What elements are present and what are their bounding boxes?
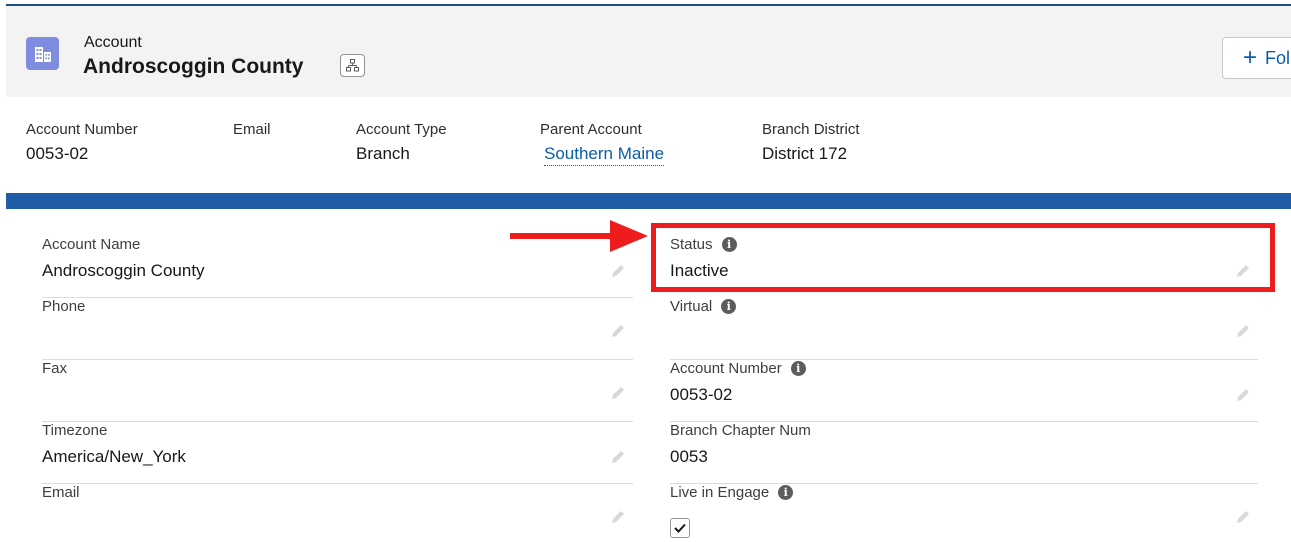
annotation-highlight-box bbox=[651, 223, 1275, 292]
highlight-branch-district: Branch District District 172 bbox=[762, 121, 860, 164]
highlight-value: District 172 bbox=[762, 144, 848, 163]
field-email: Email bbox=[42, 484, 633, 542]
field-label: Live in Engage i bbox=[670, 484, 1258, 501]
field-label-text: Virtual bbox=[670, 298, 713, 315]
edit-pencil-icon[interactable] bbox=[609, 322, 627, 340]
field-branch-chapter-num: Branch Chapter Num 0053 bbox=[670, 422, 1258, 484]
edit-pencil-icon[interactable] bbox=[609, 448, 627, 466]
hierarchy-icon bbox=[346, 59, 359, 72]
highlight-label: Branch District bbox=[762, 121, 860, 138]
account-building-icon bbox=[26, 37, 59, 70]
edit-pencil-icon[interactable] bbox=[609, 384, 627, 402]
field-label-text: Live in Engage bbox=[670, 484, 770, 501]
info-icon[interactable]: i bbox=[721, 299, 737, 314]
highlight-value: 0053-02 bbox=[26, 144, 89, 163]
field-label: Virtual i bbox=[670, 298, 1258, 315]
info-icon[interactable]: i bbox=[790, 361, 806, 376]
section-band bbox=[6, 193, 1291, 209]
field-label: Timezone bbox=[42, 422, 108, 439]
highlight-label: Parent Account bbox=[540, 121, 642, 138]
edit-pencil-icon[interactable] bbox=[1234, 508, 1252, 526]
edit-pencil-icon[interactable] bbox=[1234, 386, 1252, 404]
record-title: Androscoggin County bbox=[83, 55, 304, 78]
field-value: America/New_York bbox=[42, 447, 186, 466]
highlight-label: Account Type bbox=[356, 121, 447, 138]
highlight-account-type: Account Type Branch bbox=[356, 121, 447, 164]
field-virtual: Virtual i bbox=[670, 298, 1258, 360]
field-account-number: Account Number i 0053-02 bbox=[670, 360, 1258, 422]
live-in-engage-checkbox[interactable] bbox=[670, 518, 690, 538]
field-label: Fax bbox=[42, 360, 68, 377]
field-phone: Phone bbox=[42, 298, 633, 360]
follow-button-label: Fol bbox=[1265, 47, 1291, 68]
highlight-parent-account: Parent Account Southern Maine bbox=[540, 121, 665, 166]
field-label: Email bbox=[42, 484, 80, 501]
field-value: 0053 bbox=[670, 447, 708, 466]
info-icon[interactable]: i bbox=[778, 485, 794, 500]
view-hierarchy-button[interactable] bbox=[340, 54, 365, 77]
field-label-text: Account Number bbox=[670, 360, 782, 377]
plus-icon: + bbox=[1243, 44, 1258, 71]
object-type-label: Account bbox=[84, 34, 142, 51]
annotation-arrow bbox=[510, 220, 648, 252]
field-label: Phone bbox=[42, 298, 86, 315]
edit-pencil-icon[interactable] bbox=[609, 262, 627, 280]
highlight-label: Email bbox=[233, 121, 271, 138]
field-label: Branch Chapter Num bbox=[670, 422, 811, 439]
follow-button[interactable]: + Fol bbox=[1222, 37, 1291, 79]
highlight-email: Email bbox=[233, 121, 271, 144]
edit-pencil-icon[interactable] bbox=[1234, 322, 1252, 340]
field-value: 0053-02 bbox=[670, 385, 733, 404]
highlight-value: Branch bbox=[356, 144, 410, 163]
highlight-account-number: Account Number 0053-02 bbox=[26, 121, 138, 164]
highlight-label: Account Number bbox=[26, 121, 138, 138]
record-header: Account Androscoggin County + Fol bbox=[6, 4, 1291, 97]
field-value: Androscoggin County bbox=[42, 261, 205, 280]
field-label: Account Number i bbox=[670, 360, 1258, 377]
record-page: Account Androscoggin County + Fol Accoun… bbox=[0, 0, 1291, 542]
field-timezone: Timezone America/New_York bbox=[42, 422, 633, 484]
field-live-in-engage: Live in Engage i bbox=[670, 484, 1258, 542]
parent-account-link[interactable]: Southern Maine bbox=[544, 144, 665, 166]
edit-pencil-icon[interactable] bbox=[609, 508, 627, 526]
checkmark-icon bbox=[674, 523, 686, 533]
field-fax: Fax bbox=[42, 360, 633, 422]
